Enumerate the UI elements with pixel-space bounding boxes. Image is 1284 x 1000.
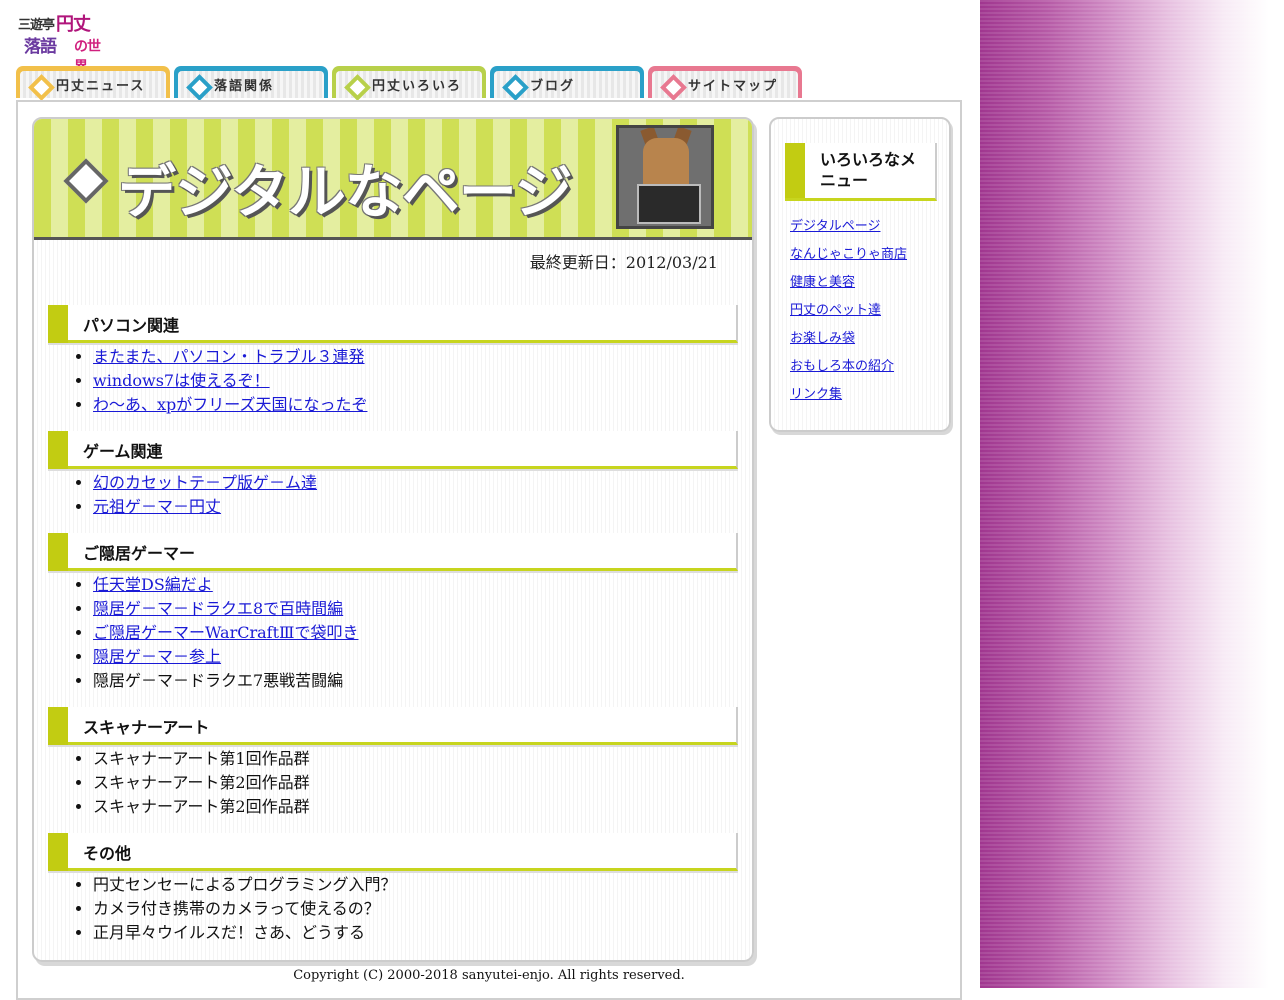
content-section: ご隠居ゲーマー任天堂DS編だよ隠居ゲ－マ－ドラクエ8で百時間編ご隠居ゲーマーWa… [48, 533, 738, 693]
list-item: スキャナーアート第2回作品群 [93, 795, 738, 819]
content-section: ゲーム関連幻のカセットテ－プ版ゲ－ム達元祖ゲ－マ－円丈 [48, 431, 738, 519]
page-title: デジタルなページ [118, 158, 573, 226]
tab-label: サイトマップ [688, 79, 779, 94]
side-menu-link[interactable]: お楽しみ袋 [790, 331, 855, 346]
side-menu-link[interactable]: 円丈のペット達 [790, 303, 881, 318]
article-text: 隠居ゲ－マ－ドラクエ7悪戦苦闘編 [93, 671, 344, 690]
list-item: 隠居ゲ－マ－ドラクエ8で百時間編 [93, 597, 738, 621]
tab-label: 円丈ニュース [56, 79, 146, 94]
section-title: スキャナーアート [83, 718, 210, 737]
dog-photo [616, 125, 714, 229]
page-banner: デジタルなページ [34, 119, 752, 240]
header-accent-bar [48, 707, 68, 745]
header-accent-bar [48, 833, 68, 871]
decorative-side-strip [980, 0, 1284, 988]
side-menu-item: お楽しみ袋 [790, 327, 907, 355]
side-menu-link[interactable]: おもしろ本の紹介 [790, 359, 894, 374]
tab-label: 落語関係 [214, 79, 275, 94]
article-text: カメラ付き携帯のカメラって使えるの？ [93, 899, 380, 918]
header-accent-bar [48, 305, 68, 343]
content-section: その他円丈センセーによるプログラミング入門？ カメラ付き携帯のカメラって使えるの？… [48, 833, 738, 945]
logo-text-1a: 三遊亭 [18, 18, 55, 33]
list-item: カメラ付き携帯のカメラって使えるの？ [93, 897, 738, 921]
tab-rakugo[interactable]: 落語関係 [174, 66, 328, 101]
article-link[interactable]: 隠居ゲ－マ－ドラクエ8で百時間編 [93, 599, 343, 618]
side-menu-item: デジタルページ [790, 215, 907, 243]
diamond-icon [63, 158, 109, 204]
side-menu-link[interactable]: 健康と美容 [790, 275, 855, 290]
section-header: ご隠居ゲーマー [48, 533, 738, 571]
list-item: またまた、パソコン・トラブル３連発 [93, 345, 738, 369]
list-item: わ～あ、xpがフリーズ天国になったぞ [93, 393, 738, 417]
section-items: スキャナーアート第1回作品群スキャナーアート第2回作品群スキャナーアート第2回作… [48, 747, 738, 819]
section-title: その他 [83, 844, 132, 863]
list-item: 隠居ゲ－マ－参上 [93, 645, 738, 669]
section-items: 幻のカセットテ－プ版ゲ－ム達元祖ゲ－マ－円丈 [48, 471, 738, 519]
article-text: スキャナーアート第2回作品群 [93, 773, 310, 792]
list-item: 隠居ゲ－マ－ドラクエ7悪戦苦闘編 [93, 669, 738, 693]
content-section: パソコン関連またまた、パソコン・トラブル３連発 windows7は使えるぞ！ わ～あ… [48, 305, 738, 417]
content-section: スキャナーアートスキャナーアート第1回作品群スキャナーアート第2回作品群スキャナ… [48, 707, 738, 819]
list-item: windows7は使えるぞ！ [93, 369, 738, 393]
list-item: スキャナーアート第1回作品群 [93, 747, 738, 771]
list-item: 正月早々ウイルスだ！さあ、どうする [93, 921, 738, 945]
section-title: ゲーム関連 [83, 442, 163, 461]
article-link[interactable]: 隠居ゲ－マ－参上 [93, 647, 221, 666]
article-text: スキャナーアート第1回作品群 [93, 749, 310, 768]
article-link[interactable]: 幻のカセットテ－プ版ゲ－ム達 [93, 473, 317, 492]
article-text: 円丈センセーによるプログラミング入門？ [93, 875, 397, 894]
list-item: 円丈センセーによるプログラミング入門？ [93, 873, 738, 897]
main-panel: デジタルなページ 最終更新日：2012/03/21 パソコン関連またまた、パソコ… [32, 117, 754, 962]
section-items: 任天堂DS編だよ隠居ゲ－マ－ドラクエ8で百時間編ご隠居ゲーマーWarCraftⅢ… [48, 573, 738, 693]
header-accent-bar [48, 533, 68, 571]
hard-drive [637, 184, 701, 224]
last-updated: 最終更新日：2012/03/21 [529, 253, 718, 272]
section-title: ご隠居ゲーマー [83, 544, 196, 563]
section-header: その他 [48, 833, 738, 871]
section-header: パソコン関連 [48, 305, 738, 343]
tab-label: ブログ [530, 79, 576, 94]
side-menu-link[interactable]: デジタルページ [790, 219, 880, 234]
side-menu-title: いろいろなメニュー [820, 150, 917, 190]
section-title: パソコン関連 [83, 316, 180, 335]
section-items: またまた、パソコン・トラブル３連発 windows7は使えるぞ！ わ～あ、xpがフリ… [48, 345, 738, 417]
list-item: 元祖ゲ－マ－円丈 [93, 495, 738, 519]
list-item: 任天堂DS編だよ [93, 573, 738, 597]
tab-enjo-misc[interactable]: 円丈いろいろ [332, 66, 486, 101]
logo-text-1b: 円丈 [56, 14, 91, 35]
article-link[interactable]: windows7は使えるぞ！ [93, 371, 270, 390]
article-link[interactable]: またまた、パソコン・トラブル３連発 [93, 347, 365, 366]
article-text: 正月早々ウイルスだ！さあ、どうする [93, 923, 366, 942]
side-menu-link[interactable]: なんじゃこりゃ商店 [790, 247, 907, 262]
section-items: 円丈センセーによるプログラミング入門？ カメラ付き携帯のカメラって使えるの？ 正月早… [48, 873, 738, 945]
side-menu-item: 円丈のペット達 [790, 299, 907, 327]
article-link[interactable]: 元祖ゲ－マ－円丈 [93, 497, 221, 516]
article-text: スキャナーアート第2回作品群 [93, 797, 310, 816]
section-header: ゲーム関連 [48, 431, 738, 469]
side-menu-item: おもしろ本の紹介 [790, 355, 907, 383]
side-menu-item: リンク集 [790, 383, 907, 411]
list-item: 幻のカセットテ－プ版ゲ－ム達 [93, 471, 738, 495]
side-menu-header: いろいろなメニュー [785, 143, 937, 201]
side-menu-item: 健康と美容 [790, 271, 907, 299]
site-logo[interactable]: 三遊亭 円丈 落語 の世界 [16, 10, 104, 75]
logo-text-2a: 落語 [24, 37, 57, 57]
side-menu-links: デジタルページなんじゃこりゃ商店 健康と美容円丈のペット達 お楽しみ袋おもしろ本の紹… [790, 215, 907, 411]
copyright: Copyright (C) 2000-2018 sanyutei-enjo. A… [293, 968, 685, 983]
header-accent-bar [785, 143, 805, 198]
tab-sitemap[interactable]: サイトマップ [648, 66, 802, 101]
article-link[interactable]: ご隠居ゲーマーWarCraftⅢで袋叩き [93, 623, 358, 642]
article-link[interactable]: わ～あ、xpがフリーズ天国になったぞ [93, 395, 367, 414]
header-accent-bar [48, 431, 68, 469]
tab-blog[interactable]: ブログ [490, 66, 644, 101]
section-header: スキャナーアート [48, 707, 738, 745]
list-item: ご隠居ゲーマーWarCraftⅢで袋叩き [93, 621, 738, 645]
side-menu-panel: いろいろなメニュー デジタルページなんじゃこりゃ商店 健康と美容円丈のペット達 お楽… [769, 117, 951, 432]
list-item: スキャナーアート第2回作品群 [93, 771, 738, 795]
tab-label: 円丈いろいろ [372, 79, 463, 94]
side-menu-item: なんじゃこりゃ商店 [790, 243, 907, 271]
tab-enjo-news[interactable]: 円丈ニュース [16, 66, 170, 101]
side-menu-link[interactable]: リンク集 [790, 387, 842, 402]
article-link[interactable]: 任天堂DS編だよ [93, 575, 213, 594]
